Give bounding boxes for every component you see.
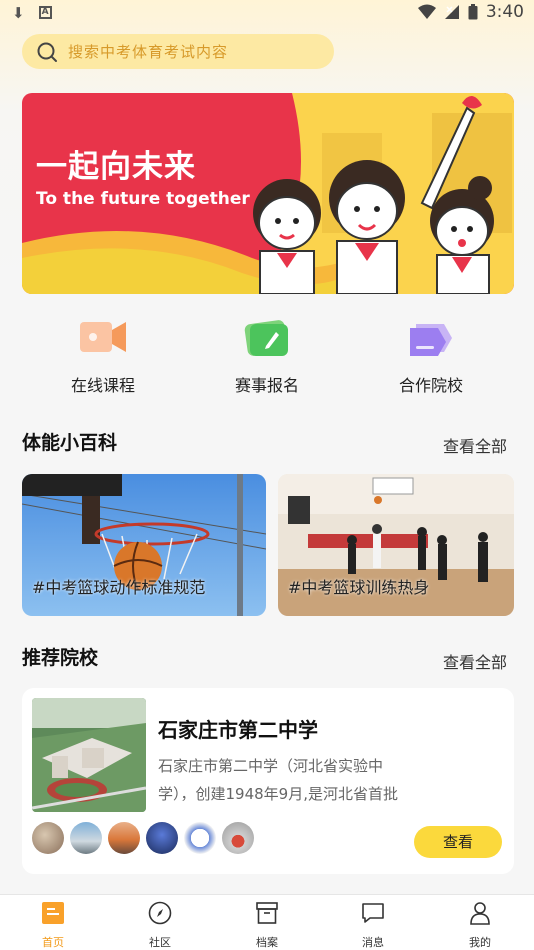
tab-community[interactable]: 社区 (130, 901, 190, 950)
compass-icon (148, 901, 172, 925)
quick-action-label: 赛事报名 (234, 376, 299, 395)
promo-banner[interactable]: 一起向未来 To the future together (22, 93, 514, 294)
tab-label: 社区 (149, 936, 171, 949)
avatar[interactable] (70, 822, 102, 854)
tab-label: 消息 (362, 936, 384, 949)
view-school-button[interactable]: 查看 (414, 826, 502, 858)
avatar[interactable] (32, 822, 64, 854)
section-title-recommended: 推荐院校 (22, 647, 99, 669)
banner-subtitle: To the future together (36, 189, 250, 209)
home-doc-icon (42, 902, 64, 924)
archive-box-icon (256, 902, 278, 924)
tab-profile[interactable]: 我的 (450, 901, 510, 950)
search-bar[interactable]: 搜索中考体育考试内容 (22, 34, 334, 69)
edit-note-icon (244, 320, 288, 356)
school-name: 石家庄市第二中学 (158, 718, 318, 742)
quick-action-event-signup[interactable]: 赛事报名 (212, 316, 322, 396)
battery-icon (468, 4, 478, 20)
school-description: 石家庄市第二中学（河北省实验中学），创建1948年9月,是河北省首批 (158, 757, 398, 803)
signal-icon (444, 5, 459, 19)
download-icon: ⬇ (12, 4, 25, 22)
wifi-icon (417, 4, 436, 19)
status-time: 3:40 (485, 2, 524, 22)
tab-label: 档案 (256, 936, 278, 949)
quick-action-label: 在线课程 (70, 376, 135, 395)
encyclopedia-card-basketball-rules[interactable]: #中考篮球动作标准规范 (22, 474, 266, 616)
quick-action-partner-schools[interactable]: 合作院校 (376, 316, 486, 396)
see-all-recommended-link[interactable]: 查看全部 (443, 649, 507, 673)
tab-archive[interactable]: 档案 (237, 901, 297, 950)
person-icon (470, 902, 490, 925)
card-tag: #中考篮球训练热身 (288, 578, 430, 597)
avatar-list (32, 822, 254, 854)
quick-actions: 在线课程 赛事报名 合作院校 (0, 316, 534, 396)
banner-title: 一起向未来 (36, 149, 196, 185)
tab-label: 我的 (469, 936, 491, 949)
chat-bubble-icon (362, 903, 384, 923)
tab-label: 首页 (42, 936, 64, 949)
notification-a-icon: A (38, 6, 52, 19)
search-icon (37, 42, 57, 62)
encyclopedia-card-warmup[interactable]: #中考篮球训练热身 (278, 474, 514, 616)
video-camera-icon (80, 322, 126, 352)
school-card[interactable]: 石家庄市第二中学 石家庄市第二中学（河北省实验中学），创建1948年9月,是河北… (22, 688, 514, 874)
status-bar: ⬇ A 3:40 (0, 0, 534, 28)
tab-messages[interactable]: 消息 (343, 901, 403, 950)
avatar[interactable] (222, 822, 254, 854)
quick-action-label: 合作院校 (398, 376, 463, 395)
bottom-tab-bar: 首页 社区 档案 消息 我的 (0, 894, 534, 950)
avatar[interactable] (184, 822, 216, 854)
avatar[interactable] (146, 822, 178, 854)
school-thumbnail (32, 698, 146, 812)
card-tag: #中考篮球动作标准规范 (32, 578, 206, 597)
school-stack-icon (410, 324, 452, 356)
search-placeholder[interactable]: 搜索中考体育考试内容 (68, 41, 228, 62)
quick-action-online-course[interactable]: 在线课程 (48, 316, 158, 396)
avatar[interactable] (108, 822, 140, 854)
tab-home[interactable]: 首页 (23, 901, 83, 950)
see-all-encyclopedia-link[interactable]: 查看全部 (443, 433, 507, 457)
section-title-encyclopedia: 体能小百科 (22, 432, 118, 454)
